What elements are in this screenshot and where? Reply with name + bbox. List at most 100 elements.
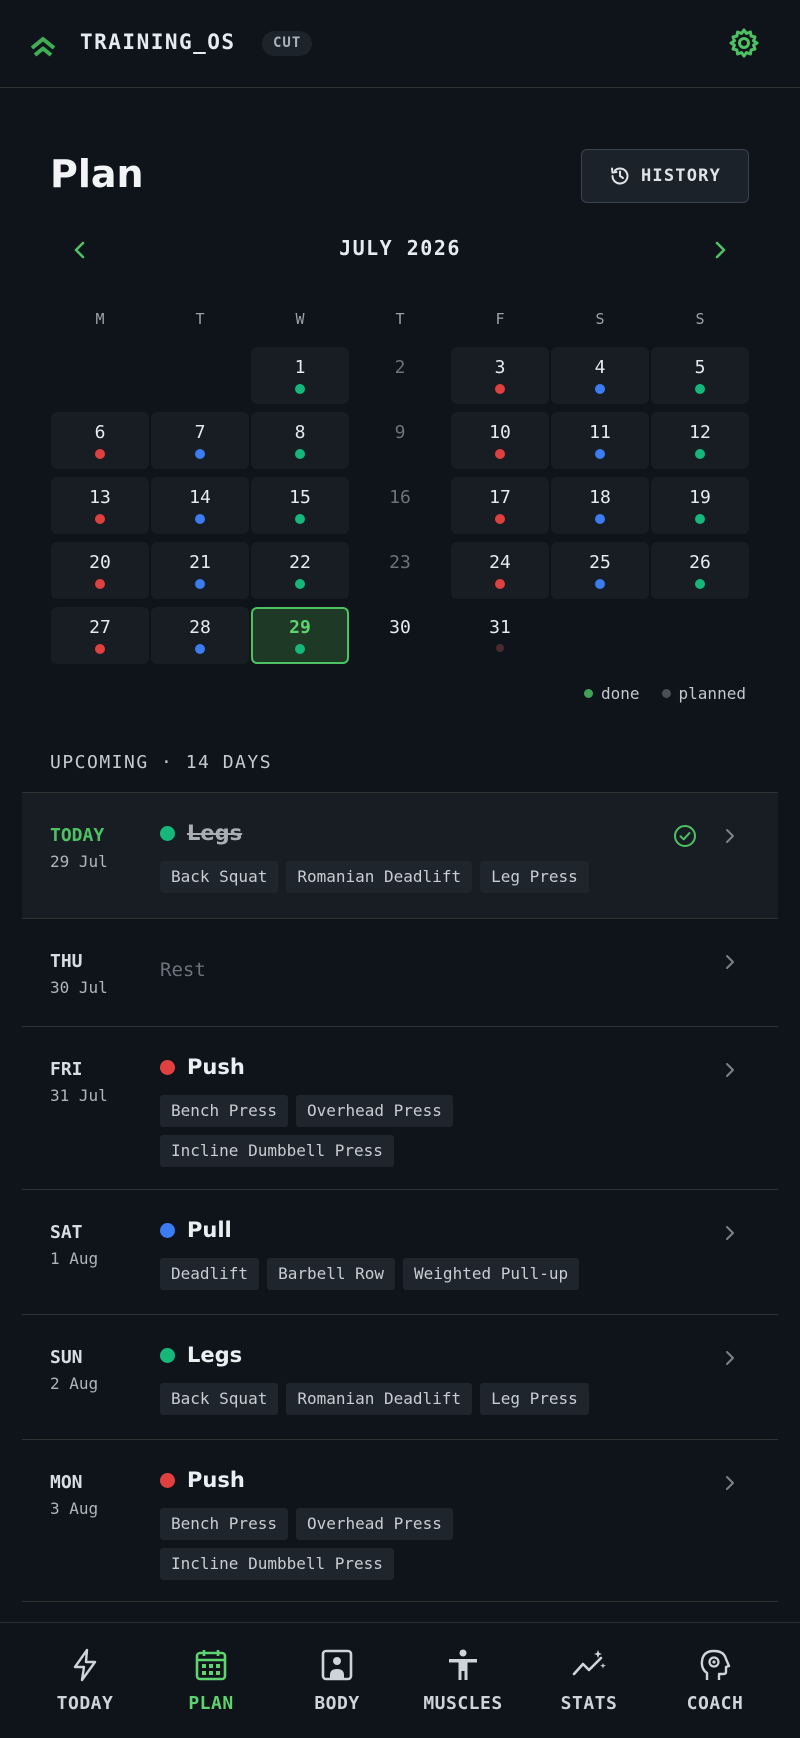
- nav-body-label: BODY: [314, 1693, 360, 1714]
- workout-type-dot: [160, 825, 175, 841]
- calendar-day[interactable]: 23: [351, 542, 449, 599]
- workout-name: Push: [187, 1055, 245, 1079]
- history-button[interactable]: HISTORY: [581, 149, 749, 203]
- workout-type-dot: [160, 1347, 175, 1363]
- calendar-day[interactable]: 18: [551, 477, 649, 534]
- row-date: 30 Jul: [50, 978, 108, 997]
- history-label: HISTORY: [640, 166, 722, 186]
- workout-name: Pull: [187, 1218, 232, 1242]
- calendar-day[interactable]: 25: [551, 542, 649, 599]
- nav-today[interactable]: TODAY: [22, 1635, 148, 1725]
- calendar-day[interactable]: 6: [51, 412, 149, 469]
- calendar-day[interactable]: 4: [551, 347, 649, 404]
- exercise-chip: Barbell Row: [267, 1258, 396, 1290]
- nav-plan-label: PLAN: [188, 1693, 234, 1714]
- workout-name: Legs: [187, 821, 243, 845]
- upcoming-row[interactable]: SAT 1 Aug Pull Deadlift Barbell Row Weighted …: [22, 1189, 778, 1314]
- calendar-day-number: 6: [94, 422, 106, 443]
- calendar-day[interactable]: 13: [51, 477, 149, 534]
- calendar-day[interactable]: 26: [651, 542, 749, 599]
- calendar-day[interactable]: 5: [651, 347, 749, 404]
- gear-icon[interactable]: [728, 27, 760, 59]
- upcoming-row[interactable]: MON 3 Aug Push Bench Press Overhead Press Inc…: [22, 1439, 778, 1602]
- legend-planned: planned: [661, 684, 746, 703]
- rest-label: Rest: [160, 959, 206, 981]
- calendar-legend: done planned: [584, 684, 746, 703]
- stats-icon: [572, 1650, 606, 1676]
- calendar-day-number: 1: [294, 357, 306, 378]
- upcoming-row[interactable]: TODAY 29 Jul Legs Back Squat Romanian Deadli…: [22, 792, 778, 918]
- workout-title: Legs: [160, 821, 242, 845]
- upcoming-row[interactable]: FRI 31 Jul Push Bench Press Overhead Press In…: [22, 1026, 778, 1189]
- body-frame-icon: [321, 1649, 353, 1681]
- exercise-chip: Romanian Deadlift: [286, 1383, 473, 1415]
- calendar-day-number: 16: [389, 487, 411, 508]
- calendar-day[interactable]: 31: [451, 607, 549, 664]
- nav-body[interactable]: BODY: [274, 1635, 400, 1725]
- calendar-day-number: 5: [694, 357, 706, 378]
- calendar-day-number: 10: [489, 422, 511, 443]
- calendar-day[interactable]: 11: [551, 412, 649, 469]
- calendar-day[interactable]: 2: [351, 347, 449, 404]
- next-month-chevron-icon[interactable]: [706, 236, 734, 264]
- weekday-label: T: [195, 310, 205, 328]
- calendar-day-number: 15: [289, 487, 311, 508]
- nav-today-label: TODAY: [56, 1693, 114, 1714]
- nav-plan[interactable]: PLAN: [148, 1635, 274, 1725]
- weekday-label: W: [295, 310, 305, 328]
- calendar-day-dot: [695, 579, 705, 589]
- calendar-day-number: 30: [389, 617, 411, 638]
- upcoming-row[interactable]: THU 30 Jul Rest: [22, 918, 778, 1026]
- workout-title: Push: [160, 1055, 245, 1079]
- calendar-day[interactable]: 3: [451, 347, 549, 404]
- calendar-day[interactable]: 8: [251, 412, 349, 469]
- calendar-day-dot: [295, 384, 305, 394]
- calendar-day[interactable]: 22: [251, 542, 349, 599]
- calendar-day[interactable]: 29: [251, 607, 349, 664]
- calendar-day-dot: [195, 579, 205, 589]
- calendar-day-dot: [295, 579, 305, 589]
- exercise-chips: Bench Press Overhead Press Incline Dumbbel…: [160, 1095, 680, 1167]
- workout-title: Legs: [160, 1343, 242, 1367]
- legend-done-dot: [584, 689, 593, 698]
- calendar-day-dot: [95, 579, 105, 589]
- upcoming-row[interactable]: SUN 2 Aug Legs Back Squat Romanian Deadlift L…: [22, 1314, 778, 1439]
- calendar-day-dot: [695, 449, 705, 459]
- calendar-day[interactable]: 21: [151, 542, 249, 599]
- exercise-chip: Back Squat: [160, 861, 279, 893]
- calendar-day[interactable]: 12: [651, 412, 749, 469]
- calendar-day[interactable]: 20: [51, 542, 149, 599]
- workout-name: Push: [187, 1468, 245, 1492]
- nav-muscles[interactable]: MUSCLES: [400, 1635, 526, 1725]
- calendar-day[interactable]: 15: [251, 477, 349, 534]
- calendar-day[interactable]: 9: [351, 412, 449, 469]
- calendar-day[interactable]: 10: [451, 412, 549, 469]
- row-date: 2 Aug: [50, 1374, 99, 1393]
- row-day-label: THU: [50, 951, 83, 972]
- calendar-day[interactable]: 24: [451, 542, 549, 599]
- calendar-day[interactable]: 28: [151, 607, 249, 664]
- calendar-day[interactable]: 19: [651, 477, 749, 534]
- exercise-chips: Deadlift Barbell Row Weighted Pull-up: [160, 1258, 680, 1290]
- row-day-label: FRI: [50, 1059, 83, 1080]
- calendar-day[interactable]: 30: [351, 607, 449, 664]
- calendar-day[interactable]: 17: [451, 477, 549, 534]
- calendar-day[interactable]: 7: [151, 412, 249, 469]
- weekday-label: S: [595, 310, 605, 328]
- calendar-day[interactable]: 14: [151, 477, 249, 534]
- nav-stats[interactable]: STATS: [526, 1635, 652, 1725]
- calendar-day-dot: [295, 644, 305, 654]
- chevron-right-icon: [726, 1063, 734, 1077]
- calendar-day-number: 31: [489, 617, 511, 638]
- logo-chevrons-icon: [30, 37, 56, 57]
- row-day-label: SUN: [50, 1347, 83, 1368]
- calendar-day[interactable]: 27: [51, 607, 149, 664]
- calendar-day-number: 9: [394, 422, 406, 443]
- calendar-day[interactable]: 1: [251, 347, 349, 404]
- page-title: Plan: [50, 152, 144, 196]
- exercise-chips: Bench Press Overhead Press Incline Dumbbel…: [160, 1508, 680, 1580]
- nav-coach[interactable]: COACH: [652, 1635, 778, 1725]
- calendar-day-dot: [595, 449, 605, 459]
- workout-type-dot: [160, 1472, 175, 1488]
- calendar-day[interactable]: 16: [351, 477, 449, 534]
